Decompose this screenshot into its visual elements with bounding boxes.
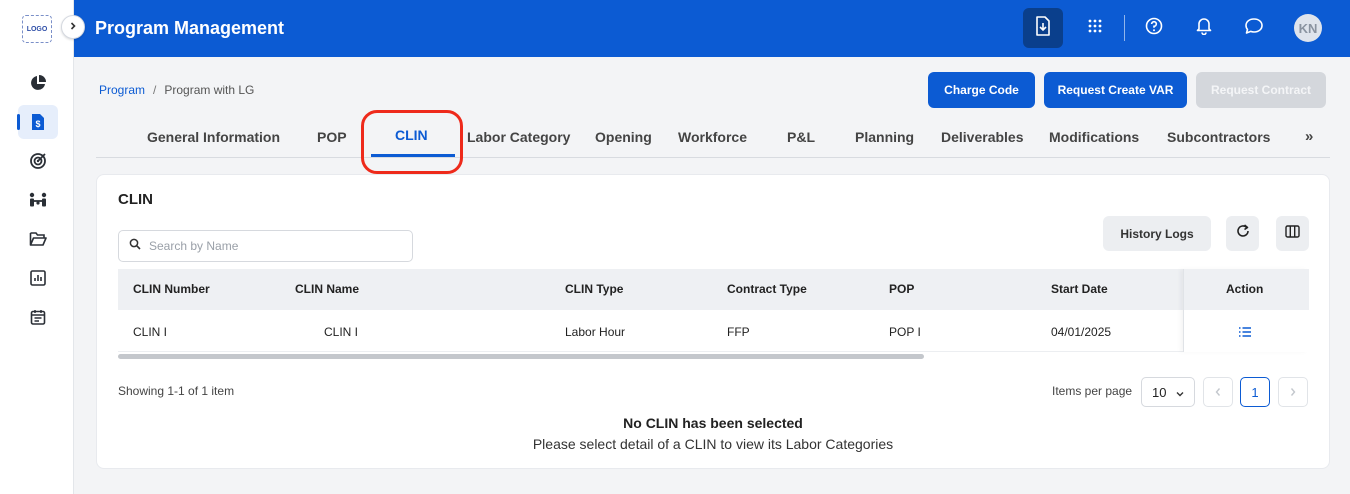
clin-panel: CLIN History Logs CLIN Number CLIN Name … bbox=[96, 174, 1330, 469]
pagination-summary: Showing 1-1 of 1 item bbox=[118, 384, 235, 398]
download-icon bbox=[1034, 15, 1052, 41]
sidebar-item-reports[interactable] bbox=[0, 261, 74, 295]
sidebar-item-goals[interactable] bbox=[0, 144, 74, 178]
bell-icon bbox=[1195, 16, 1213, 40]
folder-open-icon bbox=[18, 222, 58, 256]
sidebar-item-documents[interactable] bbox=[0, 222, 74, 256]
next-page-button[interactable] bbox=[1278, 377, 1308, 407]
breadcrumb-separator: / bbox=[153, 83, 157, 97]
page-button-1[interactable]: 1 bbox=[1240, 377, 1270, 407]
cell-start-date: 04/01/2025 bbox=[1051, 325, 1112, 339]
column-header-clin-type[interactable]: CLIN Type bbox=[565, 282, 623, 296]
tabs-scroll-right-button[interactable]: » bbox=[1305, 128, 1313, 145]
search-box bbox=[118, 230, 413, 262]
tab-bar: General Information POP CLIN Labor Categ… bbox=[96, 120, 1330, 158]
help-button[interactable] bbox=[1134, 8, 1174, 48]
sidebar-toggle-button[interactable] bbox=[61, 15, 85, 39]
apps-button[interactable] bbox=[1075, 8, 1115, 48]
bar-chart-icon bbox=[18, 261, 58, 295]
column-header-clin-number[interactable]: CLIN Number bbox=[133, 282, 210, 296]
column-header-contract-type[interactable]: Contract Type bbox=[727, 282, 807, 296]
tab-highlight-annotation bbox=[361, 110, 463, 174]
tab-opening[interactable]: Opening bbox=[595, 129, 652, 145]
table-header: CLIN Number CLIN Name CLIN Type Contract… bbox=[118, 269, 1308, 310]
columns-icon bbox=[1285, 224, 1300, 243]
view-details-button[interactable] bbox=[1238, 325, 1252, 343]
svg-text:$: $ bbox=[35, 119, 40, 129]
left-sidebar: LOGO $ bbox=[0, 0, 74, 494]
request-contract-button[interactable]: Request Contract bbox=[1196, 72, 1326, 108]
breadcrumb-current: Program with LG bbox=[164, 83, 255, 97]
pie-chart-icon bbox=[18, 66, 58, 100]
tab-labor-category[interactable]: Labor Category bbox=[467, 129, 570, 145]
tab-pl[interactable]: P&L bbox=[787, 129, 815, 145]
column-header-pop[interactable]: POP bbox=[889, 282, 914, 296]
refresh-icon bbox=[1236, 224, 1250, 243]
dollar-document-icon: $ bbox=[18, 105, 58, 139]
column-header-clin-name[interactable]: CLIN Name bbox=[295, 282, 359, 296]
download-button[interactable] bbox=[1023, 8, 1063, 48]
chevron-right-icon bbox=[68, 18, 78, 36]
header-divider bbox=[1124, 15, 1125, 41]
breadcrumb: Program / Program with LG bbox=[99, 83, 254, 97]
help-icon bbox=[1145, 17, 1163, 40]
search-icon bbox=[129, 237, 141, 255]
request-create-var-button[interactable]: Request Create VAR bbox=[1044, 72, 1187, 108]
logo: LOGO bbox=[22, 15, 52, 43]
tab-modifications[interactable]: Modifications bbox=[1049, 129, 1139, 145]
column-header-action: Action bbox=[1226, 282, 1264, 296]
horizontal-scrollbar[interactable] bbox=[118, 354, 924, 359]
tab-planning[interactable]: Planning bbox=[855, 129, 914, 145]
chevron-right-icon bbox=[1289, 385, 1297, 400]
action-cell bbox=[1184, 310, 1309, 352]
items-per-page-label: Items per page bbox=[1052, 384, 1133, 398]
panel-title: CLIN bbox=[118, 191, 153, 208]
app-title: Program Management bbox=[95, 18, 285, 38]
table-row[interactable]: CLIN I CLIN I Labor Hour FFP POP I 04/01… bbox=[118, 310, 1308, 352]
tab-subcontractors[interactable]: Subcontractors bbox=[1167, 129, 1270, 145]
avatar-initials: KN bbox=[1298, 20, 1318, 36]
previous-page-button[interactable] bbox=[1203, 377, 1233, 407]
target-icon bbox=[18, 144, 58, 178]
apps-grid-icon bbox=[1087, 18, 1103, 39]
list-detail-icon bbox=[1238, 325, 1252, 342]
notifications-button[interactable] bbox=[1184, 8, 1224, 48]
calendar-icon bbox=[18, 300, 58, 334]
logo-text: LOGO bbox=[26, 25, 48, 33]
tab-pop[interactable]: POP bbox=[317, 129, 347, 145]
items-per-page-value: 10 bbox=[1152, 384, 1167, 400]
column-settings-button[interactable] bbox=[1276, 216, 1309, 251]
cell-pop: POP I bbox=[889, 325, 921, 339]
sidebar-item-team[interactable] bbox=[0, 183, 74, 217]
cell-clin-name: CLIN I bbox=[324, 325, 359, 339]
charge-code-button[interactable]: Charge Code bbox=[928, 72, 1035, 108]
team-icon bbox=[18, 183, 58, 217]
user-avatar[interactable]: KN bbox=[1294, 14, 1322, 42]
chevron-left-icon bbox=[1214, 385, 1222, 400]
items-per-page-select[interactable]: 10 bbox=[1141, 377, 1195, 407]
tab-general-information[interactable]: General Information bbox=[147, 129, 280, 145]
history-logs-button[interactable]: History Logs bbox=[1103, 216, 1211, 251]
sidebar-item-finance[interactable]: $ bbox=[0, 105, 74, 139]
tab-workforce[interactable]: Workforce bbox=[678, 129, 747, 145]
sidebar-item-calendar[interactable] bbox=[0, 300, 74, 334]
empty-state-title: No CLIN has been selected bbox=[623, 415, 803, 431]
action-header-cell: Action bbox=[1184, 269, 1309, 310]
sidebar-item-dashboard[interactable] bbox=[0, 66, 74, 100]
cell-clin-type: Labor Hour bbox=[565, 325, 626, 339]
search-input[interactable] bbox=[149, 239, 399, 253]
top-header: Program Management KN bbox=[74, 0, 1350, 57]
breadcrumb-program-link[interactable]: Program bbox=[99, 83, 145, 97]
chat-icon bbox=[1244, 17, 1264, 40]
action-column: Action bbox=[1183, 269, 1309, 352]
column-header-start-date[interactable]: Start Date bbox=[1051, 282, 1108, 296]
cell-clin-number: CLIN I bbox=[133, 325, 168, 339]
cell-contract-type: FFP bbox=[727, 325, 750, 339]
chat-button[interactable] bbox=[1234, 8, 1274, 48]
tab-deliverables[interactable]: Deliverables bbox=[941, 129, 1024, 145]
refresh-button[interactable] bbox=[1226, 216, 1259, 251]
chevron-down-icon bbox=[1175, 387, 1185, 402]
empty-state-description: Please select detail of a CLIN to view i… bbox=[532, 436, 894, 452]
